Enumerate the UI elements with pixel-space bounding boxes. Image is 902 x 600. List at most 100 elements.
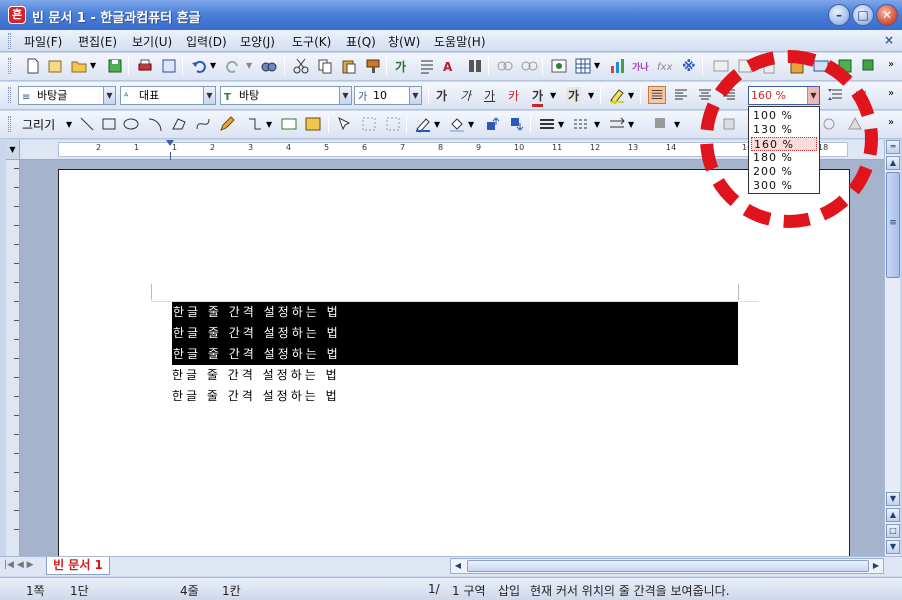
line-style-dropdown-icon[interactable]: ▼ [558,120,564,129]
font-combo[interactable]: T 바탕 ▼ [220,86,352,105]
select-object-icon[interactable] [336,115,354,133]
menu-tools[interactable]: 도구(K) [292,33,331,50]
image-tool-icon[interactable] [304,115,322,133]
insert-image-icon[interactable] [550,57,568,75]
copy-icon[interactable] [316,57,334,75]
shadow-dropdown-icon[interactable]: ▼ [674,120,680,129]
document-line[interactable]: 한글 줄 간격 설정하는 법 [172,365,340,386]
spellcheck-icon[interactable]: 가 [394,57,412,75]
scroll-up-icon[interactable]: ▲ [886,156,900,170]
rectangle-tool-icon[interactable] [100,115,118,133]
shadow-icon[interactable] [652,115,670,133]
paste-icon[interactable] [340,57,358,75]
undo-dropdown-icon[interactable]: ▼ [210,61,216,70]
menu-input[interactable]: 입력(D) [186,33,227,50]
send-back-icon[interactable] [508,115,526,133]
minimize-button[interactable]: – [828,4,850,26]
redo-dropdown-icon[interactable]: ▼ [246,61,252,70]
document-line[interactable]: 한글 줄 간격 설정하는 법 [172,386,340,407]
arrow-style-dropdown-icon[interactable]: ▼ [628,120,634,129]
cut-icon[interactable] [292,57,310,75]
menu-file[interactable]: 파일(F) [24,33,62,50]
document-line[interactable]: 한글 줄 간격 설정하는 법 [172,302,738,323]
arc-tool-icon[interactable] [146,115,164,133]
char-shape-button[interactable]: 가 [566,87,582,104]
font-color-button[interactable]: 가 [532,87,544,107]
align-left-icon[interactable] [672,86,690,104]
chevron-down-icon[interactable]: ▼ [203,87,215,104]
document-line[interactable]: 한글 줄 간격 설정하는 법 [172,344,738,365]
app-icon[interactable]: 흔 [8,6,26,24]
font-color-dropdown-icon[interactable]: ▼ [550,91,556,100]
chevron-down-icon[interactable]: ▼ [409,87,421,104]
tab-scroll-left-icon[interactable]: |◀ ◀ ▶ [4,560,34,570]
chevron-down-icon[interactable]: ▼ [103,87,115,104]
print-icon[interactable] [136,57,154,75]
chevron-down-icon[interactable]: ▼ [339,87,351,104]
vertical-ruler[interactable] [6,160,20,556]
format-paint-icon[interactable] [364,57,382,75]
columns-icon[interactable] [466,57,484,75]
dash-style-icon[interactable] [572,115,590,133]
scroll-right-icon[interactable]: ▶ [869,559,883,573]
fill-color-dropdown-icon[interactable]: ▼ [468,120,474,129]
close-button[interactable]: ✕ [876,4,898,26]
prev-page-icon[interactable]: ▲ [886,508,900,522]
ellipse-tool-icon[interactable] [122,115,140,133]
arrow-style-icon[interactable] [608,115,626,133]
field-icon[interactable] [712,57,730,75]
line-color-dropdown-icon[interactable]: ▼ [434,120,440,129]
toolbar-overflow-icon[interactable]: » [888,117,894,128]
font-size-combo[interactable]: 가 10 ▼ [354,86,422,105]
char-shape-dropdown-icon[interactable]: ▼ [588,91,594,100]
table-dropdown-icon[interactable]: ▼ [594,61,600,70]
menu-format[interactable]: 모양(J) [240,33,275,50]
template-icon[interactable] [46,57,64,75]
paragraph-icon[interactable] [418,57,436,75]
horizontal-scrollbar[interactable]: ◀ ▶ [450,558,884,574]
pencil-tool-icon[interactable] [218,115,236,133]
connector-dropdown-icon[interactable]: ▼ [266,120,272,129]
highlight-dropdown-icon[interactable]: ▼ [628,91,634,100]
dash-style-dropdown-icon[interactable]: ▼ [594,120,600,129]
next-page-icon[interactable]: ▼ [886,540,900,554]
underline-button[interactable]: 가 [484,87,495,104]
symbol-icon[interactable]: ※ [680,57,698,75]
highlight-icon[interactable] [608,86,626,104]
menubar-grip[interactable] [8,33,11,49]
group-icon[interactable] [360,115,378,133]
menu-help[interactable]: 도움말(H) [434,33,486,50]
toolbar-grip[interactable] [8,87,11,103]
toolbar-overflow-icon[interactable]: » [888,59,894,70]
bold-button[interactable]: 가 [436,87,447,104]
textbox-tool-icon[interactable] [280,115,298,133]
draw-menu-label[interactable]: 그리기 [22,116,55,133]
document-page[interactable]: 한글 줄 간격 설정하는 법 한글 줄 간격 설정하는 법 한글 줄 간격 설정… [58,169,850,556]
page-select-icon[interactable]: □ [886,524,900,538]
menu-window[interactable]: 창(W) [388,33,420,50]
document-line[interactable]: 한글 줄 간격 설정하는 법 [172,323,738,344]
menu-view[interactable]: 보기(U) [132,33,172,50]
status-insert-mode[interactable]: 삽입 [498,582,520,599]
tab-document[interactable]: 빈 문서 1 [46,557,110,575]
open-dropdown-icon[interactable]: ▼ [90,61,96,70]
line-style-icon[interactable] [538,115,556,133]
strikethrough-button[interactable]: 카 [508,87,519,104]
vertical-scrollbar[interactable]: ═ ▲ ≡ ▼ ▲ □ ▼ [884,140,900,556]
line-tool-icon[interactable] [78,115,96,133]
toolbar-overflow-icon[interactable]: » [888,88,894,99]
toolbar-grip[interactable] [8,116,11,132]
ungroup-icon[interactable] [384,115,402,133]
line-color-icon[interactable] [414,115,432,133]
italic-button[interactable]: 가 [460,87,471,104]
scroll-thumb[interactable]: ≡ [886,172,900,278]
fill-color-icon[interactable] [448,115,466,133]
scroll-left-icon[interactable]: ◀ [451,559,465,573]
extra-icon[interactable] [860,57,878,75]
unlink-icon[interactable] [520,57,538,75]
undo-icon[interactable] [190,57,208,75]
horizontal-scroll-thumb[interactable] [467,560,869,572]
new-document-icon[interactable] [24,57,42,75]
style-combo[interactable]: ≡ 바탕글 ▼ [18,86,116,105]
scroll-down-icon[interactable]: ▼ [886,492,900,506]
